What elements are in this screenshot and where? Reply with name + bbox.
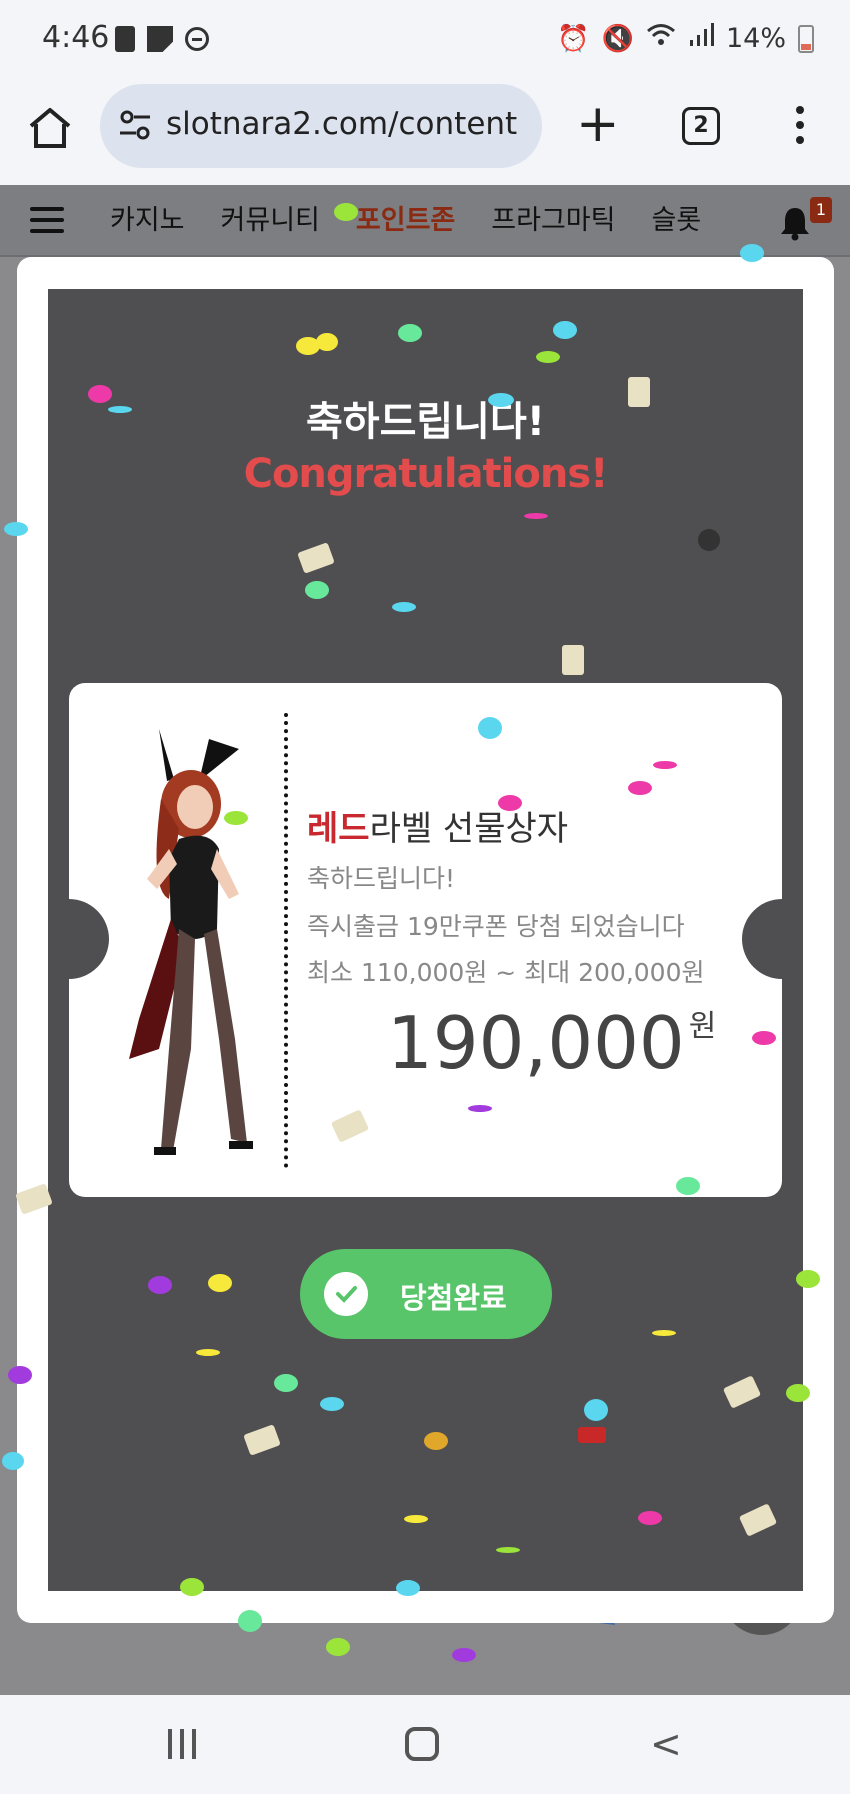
confetti [752,1031,776,1045]
site-settings-icon[interactable] [118,108,152,142]
confetti [676,1177,700,1195]
confetti [208,1274,232,1292]
confetti [108,406,132,413]
confetti [584,1399,608,1421]
money-bag-icon [424,1432,448,1450]
nav-item-point-zone[interactable]: 포인트존 [338,185,473,257]
confetti [496,1547,520,1553]
prize-range: 최소 110,000원 ~ 최대 200,000원 [307,958,705,987]
mute-icon: 🔇 [601,23,634,54]
confetti [628,781,652,795]
confetti [392,602,416,612]
do-not-disturb-icon [185,27,209,51]
confetti [326,1638,350,1656]
alert-notification-icon [115,26,135,52]
confetti [524,513,548,519]
cash-icon [722,1375,762,1409]
battery-percent: 14% [725,23,786,54]
back-button[interactable]: < [650,1725,682,1763]
claim-complete-button[interactable]: 당첨완료 [300,1249,552,1339]
confetti [305,581,329,599]
system-home-button[interactable] [405,1727,439,1761]
confetti [653,761,677,769]
confetti [478,717,502,739]
recent-apps-button[interactable] [168,1729,196,1759]
reward-panel: 축하드립니다! Congratulations! 레드라벨 선물상자 축하드립니… [48,289,803,1591]
cash-icon [628,377,650,407]
alarm-icon: ⏰ [557,23,590,54]
confetti [88,385,112,403]
confetti [4,522,28,536]
claim-button-label: 당첨완료 [400,1281,507,1315]
status-bar: 4:46 ⏰ 🔇 14% [0,0,850,80]
url-text: slotnara2.com/content [166,106,518,142]
bell-icon[interactable] [778,205,812,241]
check-icon [324,1272,368,1316]
notification-badge: 1 [810,197,832,223]
confetti [396,1580,420,1596]
cash-icon [738,1503,778,1537]
congrats-title-english: Congratulations! [243,451,609,497]
wifi-icon [646,22,676,55]
confetti [274,1374,298,1392]
battery-icon [798,24,814,53]
status-time: 4:46 [42,20,110,55]
cash-icon [562,645,584,675]
confetti [553,321,577,339]
confetti [468,1105,492,1112]
confetti [536,351,560,363]
system-navigation-bar: < [0,1695,850,1794]
nav-item-community[interactable]: 커뮤니티 [203,185,338,257]
confetti [8,1366,32,1384]
address-bar[interactable]: slotnara2.com/content [100,84,542,168]
cash-icon [243,1424,281,1456]
site-navigation: 카지노 커뮤니티 포인트존 프라그마틱 슬롯 1 [0,185,850,257]
prize-ticket-card: 레드라벨 선물상자 축하드립니다! 즉시출금 19만쿠폰 당첨 되었습니다 최소… [48,683,803,1197]
home-button[interactable] [24,102,76,154]
confetti [224,811,248,825]
browser-menu-button[interactable] [790,106,810,144]
confetti [148,1276,172,1294]
confetti [398,324,422,342]
confetti [316,333,338,351]
signal-icon [688,22,714,55]
confetti [334,203,358,221]
confetti [2,1452,24,1470]
tab-switcher-button[interactable]: 2 [682,107,720,145]
bunny-girl-illustration [129,729,253,1155]
nav-item-slot[interactable]: 슬롯 [633,185,719,257]
nav-item-pragmatic[interactable]: 프라그마틱 [473,185,633,257]
hamburger-menu-button[interactable] [30,207,64,233]
browser-toolbar: slotnara2.com/content + 2 [0,80,850,185]
confetti [498,795,522,811]
ticket-perforation [284,713,288,1168]
confetti [238,1610,262,1632]
note-notification-icon [147,26,173,52]
confetti [796,1270,820,1288]
confetti [452,1648,476,1662]
confetti [638,1511,662,1525]
congrats-title-korean: 축하드립니다! [305,399,546,445]
prize-description: 즉시출금 19만쿠폰 당첨 되었습니다 [307,912,685,941]
cash-icon [297,542,335,574]
confetti [180,1578,204,1596]
confetti [320,1397,344,1411]
prize-message: 축하드립니다! [307,864,456,893]
confetti [196,1349,220,1356]
confetti [740,244,764,262]
prize-amount: 190,000 원 [387,1001,717,1085]
money-wings-icon [698,529,720,551]
nav-item-casino[interactable]: 카지노 [92,185,203,257]
prize-title: 레드라벨 선물상자 [307,809,569,849]
confetti [488,393,514,407]
new-tab-button[interactable]: + [576,94,620,154]
home-icon [29,108,71,148]
confetti [786,1384,810,1402]
confetti [652,1330,676,1336]
hundred-points-icon [578,1427,606,1443]
confetti [404,1515,428,1523]
